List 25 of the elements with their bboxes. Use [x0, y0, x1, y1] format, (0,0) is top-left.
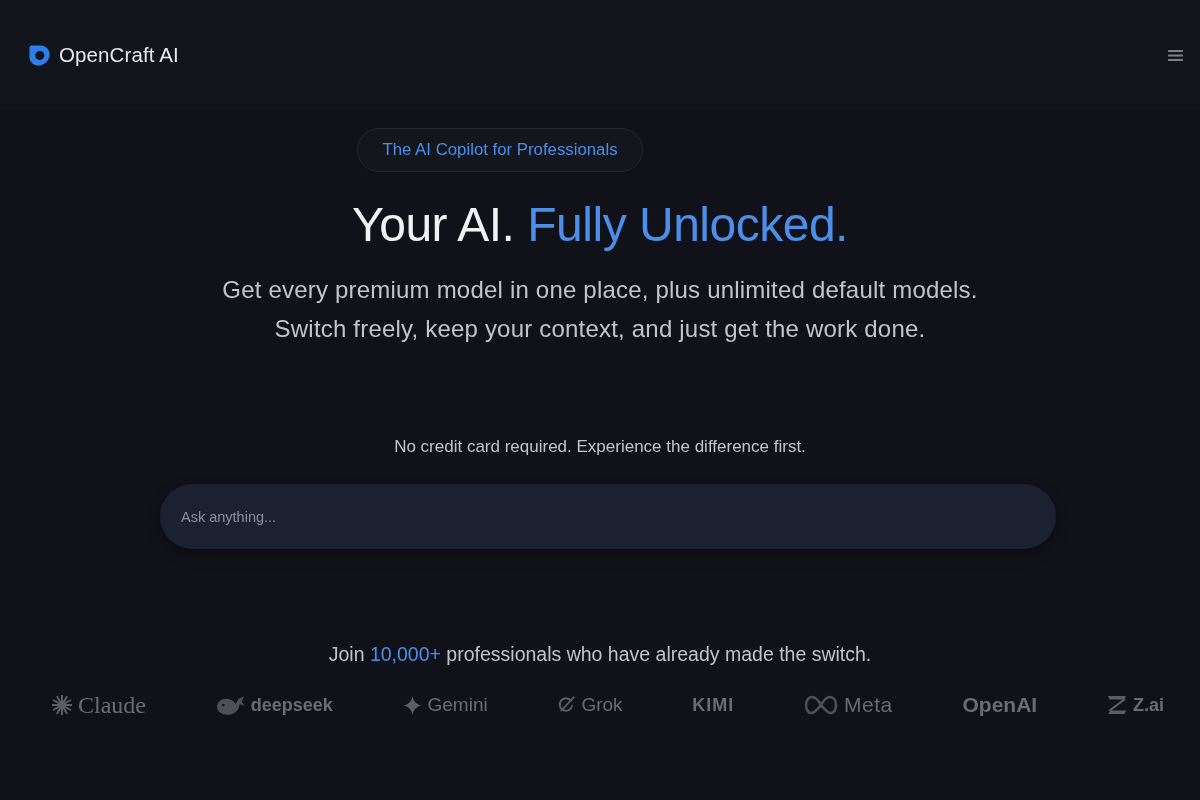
logo-icon	[28, 43, 51, 67]
model-name: Meta	[844, 692, 893, 718]
slashed-circle-icon	[557, 696, 576, 714]
whale-icon	[215, 694, 245, 716]
tagline-pill: The AI Copilot for Professionals	[357, 128, 643, 172]
model-name: Claude	[78, 691, 146, 719]
model-name: Gemini	[427, 693, 488, 717]
model-name: deepseek	[250, 694, 333, 717]
sparkle-icon	[52, 695, 72, 715]
ask-input[interactable]: Ask anything...	[160, 484, 1056, 549]
model-name: Z.ai	[1132, 694, 1164, 717]
social-proof-text: Join 10,000+ professionals who have already made the switch.	[328, 642, 872, 666]
subtitle-text: Get every premium model in one place, plus unlimited default models.	[222, 275, 978, 305]
menu-icon	[1167, 49, 1183, 61]
z-shape-icon	[1106, 696, 1127, 714]
hero-heading: Your AI. Fully Unlocked.	[352, 197, 848, 252]
menu-button[interactable]	[1166, 47, 1184, 63]
subtitle-text: Switch freely, keep your context, and just get the work done.	[274, 314, 926, 344]
model-name: OpenAI	[962, 692, 1038, 718]
infinity-icon	[804, 695, 839, 715]
note-text: No credit card required. Experience the difference first.	[394, 436, 806, 458]
brand-name: OpenCraft AI	[59, 43, 179, 67]
model-name: KIMI	[692, 694, 735, 717]
four-point-star-icon	[402, 695, 422, 715]
model-name: Grok	[581, 693, 623, 717]
